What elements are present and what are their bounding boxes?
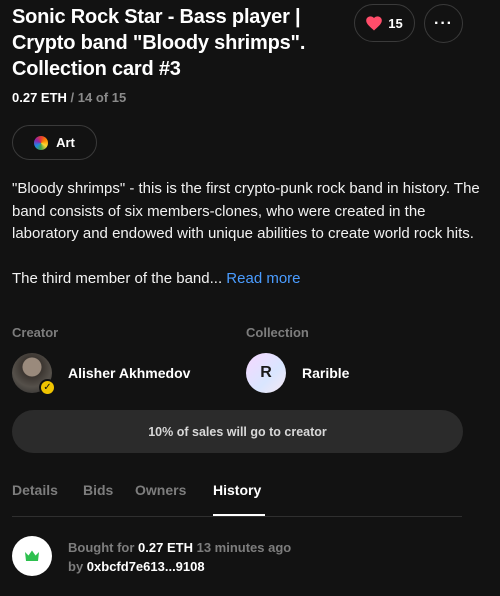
like-count: 15 bbox=[388, 15, 403, 31]
heart-icon bbox=[366, 15, 383, 30]
collection-label: Collection bbox=[246, 325, 309, 340]
history-time: 13 minutes ago bbox=[196, 540, 292, 555]
history-by-label: by bbox=[68, 559, 84, 574]
creator-name[interactable]: Alisher Akhmedov bbox=[68, 365, 190, 381]
history-amount: 0.27 ETH bbox=[138, 540, 193, 555]
collection-name[interactable]: Rarible bbox=[302, 365, 349, 381]
item-title: Sonic Rock Star - Bass player | Crypto b… bbox=[12, 6, 306, 80]
description-paragraph: "Bloody shrimps" - this is the first cry… bbox=[12, 180, 480, 242]
description: "Bloody shrimps" - this is the first cry… bbox=[12, 178, 482, 312]
tab-bar: Details Bids Owners History bbox=[12, 472, 462, 517]
crown-icon bbox=[25, 550, 39, 561]
history-event-summary: Bought for 0.27 ETH 13 minutes ago bbox=[68, 540, 291, 555]
price-separator: / bbox=[66, 90, 78, 105]
category-tag-label: Art bbox=[56, 135, 75, 150]
tab-history[interactable]: History bbox=[213, 482, 261, 498]
tab-bids[interactable]: Bids bbox=[83, 482, 113, 498]
history-address-link[interactable]: 0xbcfd7e613...9108 bbox=[87, 559, 205, 574]
history-event-icon bbox=[12, 536, 52, 576]
description-paragraph-truncated: The third member of the band... Read mor… bbox=[12, 268, 482, 291]
active-tab-indicator bbox=[213, 514, 265, 516]
more-options-button[interactable]: ··· bbox=[424, 4, 463, 43]
edition-count: 14 of 15 bbox=[77, 90, 127, 105]
price-line: 0.27 ETH / 14 of 15 bbox=[12, 90, 126, 105]
history-action: Bought for bbox=[68, 540, 135, 555]
royalty-info: 10% of sales will go to creator bbox=[12, 410, 463, 453]
category-tag[interactable]: Art bbox=[12, 125, 97, 160]
read-more-link[interactable]: Read more bbox=[226, 270, 300, 287]
more-dots-icon: ··· bbox=[434, 14, 453, 32]
like-button[interactable]: 15 bbox=[354, 4, 415, 42]
history-event-actor: by 0xbcfd7e613...9108 bbox=[68, 559, 205, 574]
description-teaser: The third member of the band... bbox=[12, 269, 223, 287]
collection-avatar[interactable]: R bbox=[246, 353, 286, 393]
creator-label: Creator bbox=[12, 325, 59, 340]
collection-avatar-letter: R bbox=[260, 364, 272, 381]
price: 0.27 ETH bbox=[12, 90, 67, 105]
tab-details[interactable]: Details bbox=[12, 482, 58, 498]
tab-owners[interactable]: Owners bbox=[135, 482, 186, 498]
verified-badge-icon: ✓ bbox=[39, 379, 56, 396]
rainbow-icon bbox=[34, 135, 49, 150]
creator-avatar[interactable]: ✓ bbox=[12, 353, 56, 396]
